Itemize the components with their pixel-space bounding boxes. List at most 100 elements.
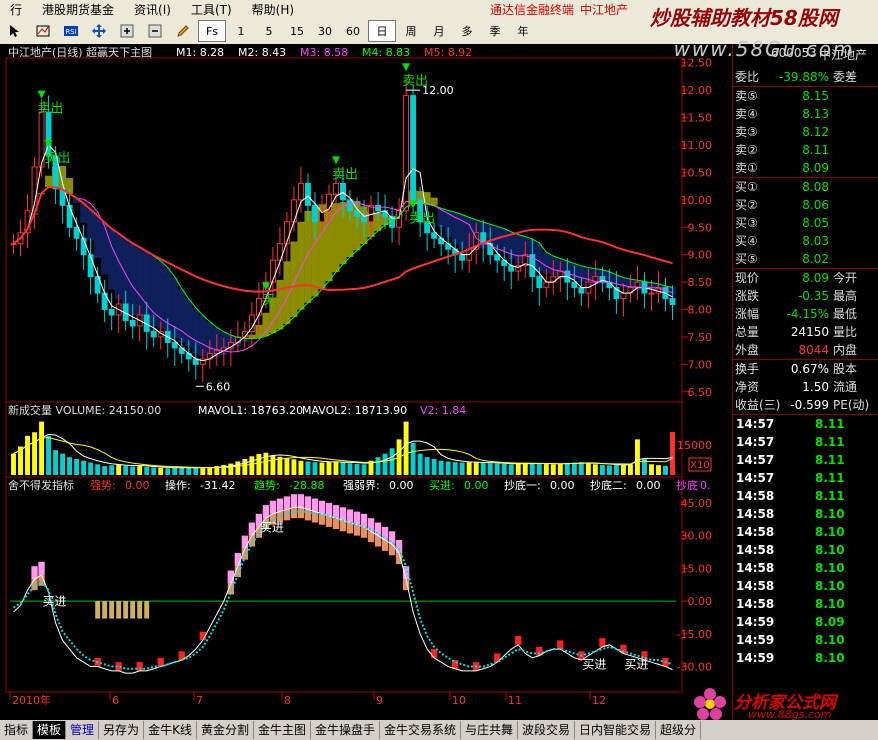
indicator-tick-label: 30.00 bbox=[681, 530, 713, 543]
lineshape-icon[interactable] bbox=[30, 21, 56, 41]
bottom-block bbox=[430, 649, 438, 658]
strength-block bbox=[38, 561, 45, 575]
menu-item-tools[interactable]: 工具(T) bbox=[181, 1, 242, 18]
candle-body bbox=[297, 182, 304, 201]
template-tab[interactable]: 金牛操盘手 bbox=[311, 721, 380, 739]
buy-label: 买进 bbox=[582, 658, 606, 672]
strength-block bbox=[325, 502, 333, 516]
volume-bar bbox=[32, 432, 37, 475]
tick-time: 14:59 bbox=[736, 651, 775, 665]
stat2-row: 净资 1.50 流通 bbox=[733, 378, 878, 396]
tick-time: 14:57 bbox=[736, 453, 775, 467]
stats2-list: 换手 0.67% 股本 净资 1.50 流通 收益(三) -0.599 PE(动) bbox=[733, 359, 878, 414]
ma5-label: M5: 8.92 bbox=[424, 46, 472, 59]
stat-row-value: -0.35 bbox=[797, 289, 829, 303]
toolbar: RSI Fs 1 5 15 30 60 日 周 月 多 季 年 bbox=[0, 18, 878, 45]
template-tab[interactable]: 与庄共舞 bbox=[461, 721, 519, 739]
period-season[interactable]: 季 bbox=[482, 21, 508, 41]
template-tab[interactable]: 指标 bbox=[0, 721, 34, 739]
indicator-tick-label: 45.00 bbox=[681, 497, 713, 510]
template-tab[interactable]: 金牛交易系统 bbox=[380, 721, 461, 739]
period-day[interactable]: 日 bbox=[368, 20, 396, 42]
strength-block bbox=[346, 522, 354, 534]
kline-chart-area[interactable]: 12.006.60卖出卖出卖出卖出卖出买 买进买进买进 买进 12.5012.00… bbox=[0, 44, 732, 720]
tick-row: 14:59 8.09 bbox=[733, 613, 878, 631]
period-multi[interactable]: 多 bbox=[454, 21, 480, 41]
template-tabs: 指标 模板 管理 另存为 金牛K线 黄金分割 金牛主图 金牛操盘手 金牛交易系统 与庄共舞 波段交易… bbox=[0, 720, 878, 740]
ask-row-label: 卖② bbox=[735, 143, 758, 157]
volume-bar bbox=[165, 468, 171, 475]
bid-row-value: 8.08 bbox=[802, 180, 829, 194]
tick-time: 14:58 bbox=[736, 525, 775, 539]
zoom-out-icon[interactable] bbox=[142, 21, 168, 41]
tick-row: 14:58 8.10 bbox=[733, 595, 878, 613]
template-tab[interactable]: 日内智能交易 bbox=[575, 721, 657, 739]
menu-item-help[interactable]: 帮助(H) bbox=[242, 1, 304, 18]
stock-name: 中江地产 bbox=[819, 48, 868, 62]
arrow-tool-icon[interactable] bbox=[2, 21, 28, 41]
svg-text:RSI: RSI bbox=[65, 28, 76, 36]
period-30min[interactable]: 30 bbox=[312, 21, 338, 41]
stat-row-value: -4.15% bbox=[786, 307, 829, 321]
menu-item-0[interactable]: 行 bbox=[0, 1, 32, 18]
period-month[interactable]: 月 bbox=[426, 21, 452, 41]
volume-bar bbox=[109, 465, 115, 475]
ma-ribbon-segment bbox=[87, 209, 95, 241]
menu-item-hk[interactable]: 港股期货基金 bbox=[32, 1, 124, 18]
candle-body bbox=[620, 292, 627, 300]
volume-bar bbox=[466, 462, 472, 475]
bid-row-label: 买③ bbox=[735, 216, 758, 230]
price-tick-label: 6.50 bbox=[688, 386, 713, 399]
menu-item-info[interactable]: 资讯(I) bbox=[124, 1, 181, 18]
price-tick-label: 11.00 bbox=[681, 139, 713, 152]
bid-row-value: 8.05 bbox=[802, 216, 829, 230]
period-1min[interactable]: 1 bbox=[228, 21, 254, 41]
move-cross-icon[interactable] bbox=[86, 21, 112, 41]
volume-bar bbox=[270, 455, 276, 475]
ma-ribbon-segment bbox=[45, 175, 53, 188]
strength-block bbox=[388, 531, 396, 545]
template-tab[interactable]: 金牛K线 bbox=[144, 721, 197, 739]
volume-bar bbox=[529, 463, 535, 475]
tick-time: 14:57 bbox=[736, 417, 775, 431]
stat-row-label: 总量 bbox=[735, 325, 760, 339]
fs-button[interactable]: Fs bbox=[198, 20, 226, 42]
period-60min[interactable]: 60 bbox=[340, 21, 366, 41]
stat-row-right-label: 最高 bbox=[833, 289, 858, 303]
zoom-in-icon[interactable] bbox=[114, 21, 140, 41]
rsi-icon[interactable]: RSI bbox=[58, 21, 84, 41]
candle-body bbox=[340, 182, 346, 201]
volume-bar bbox=[25, 435, 30, 475]
price-tick-label: 12.00 bbox=[681, 84, 713, 97]
bid-row-label: 买④ bbox=[735, 234, 758, 248]
tick-price: 8.10 bbox=[815, 633, 845, 647]
ask-row: 卖④ 8.13 bbox=[733, 105, 878, 123]
template-tab[interactable]: 金牛主图 bbox=[254, 721, 311, 739]
candle-body bbox=[108, 309, 115, 316]
template-tab[interactable]: 模板 bbox=[33, 721, 67, 739]
period-week[interactable]: 周 bbox=[398, 21, 424, 41]
template-tab[interactable]: 波段交易 bbox=[518, 721, 576, 739]
volume-bar bbox=[39, 421, 45, 475]
stats-list: 现价 8.09 今开 涨跌 -0.35 最高 涨幅 -4.15% 最低 总量 24150 量比 外盘 80… bbox=[733, 268, 878, 359]
template-tab[interactable]: 另存为 bbox=[99, 721, 145, 739]
period-year[interactable]: 年 bbox=[510, 21, 536, 41]
signal-label: 卖出 bbox=[45, 151, 71, 166]
buy-label: 买进 bbox=[43, 594, 67, 608]
zero-bar bbox=[130, 601, 136, 619]
tick-price: 8.11 bbox=[815, 417, 845, 431]
template-tab[interactable]: 超级分 bbox=[656, 721, 702, 739]
stat-row-right-label: 内盘 bbox=[833, 343, 858, 357]
period-5min[interactable]: 5 bbox=[256, 21, 282, 41]
ma-ribbon-segment bbox=[101, 222, 109, 275]
template-tab[interactable]: 黄金分割 bbox=[197, 721, 254, 739]
strength-block bbox=[360, 513, 368, 527]
pencil-icon[interactable] bbox=[170, 21, 196, 41]
tick-price: 8.10 bbox=[815, 507, 845, 521]
period-15min[interactable]: 15 bbox=[284, 21, 310, 41]
template-tab[interactable]: 管理 bbox=[66, 721, 100, 739]
volume-y-tick: 15000 bbox=[677, 439, 712, 452]
stat-row-right-label: 最低 bbox=[833, 307, 858, 321]
stat-row-value: 8.09 bbox=[802, 271, 829, 285]
volume-bar bbox=[410, 442, 416, 475]
